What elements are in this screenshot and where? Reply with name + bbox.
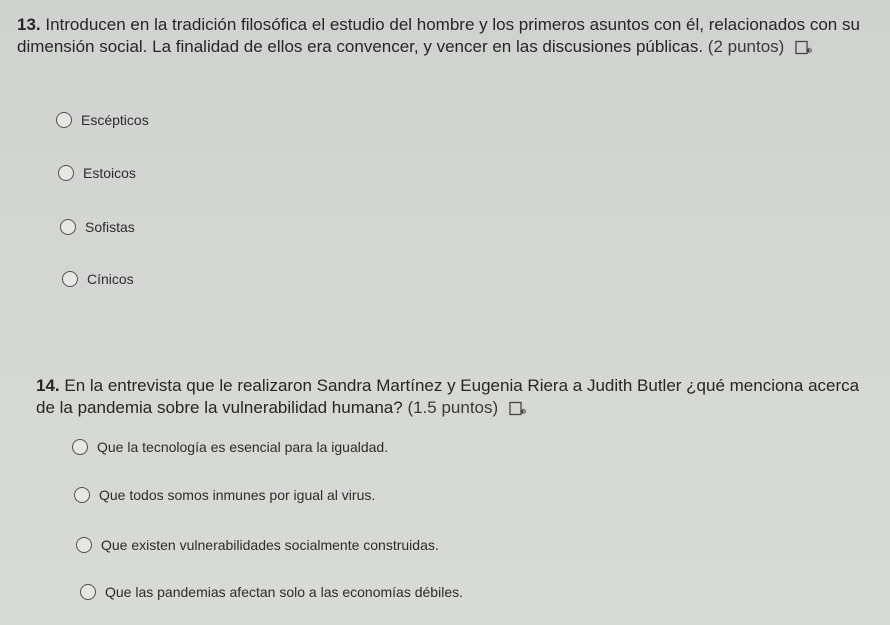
question-number: 13. [17,15,41,34]
question-14-option-3[interactable]: Que existen vulnerabilidades socialmente… [76,537,439,553]
question-points: (2 puntos) [707,37,785,56]
radio-button[interactable] [72,439,88,455]
radio-button[interactable] [74,487,90,503]
question-13-option-3[interactable]: Sofistas [60,219,135,235]
option-label: Que la tecnología es esencial para la ig… [97,439,389,455]
radio-button[interactable] [60,219,76,235]
option-label: Escépticos [81,112,149,128]
radio-button[interactable] [58,165,74,181]
immersive-reader-icon[interactable] [795,40,813,56]
option-label: Que todos somos inmunes por igual al vir… [99,487,376,503]
question-13-title: 13. Introducen en la tradición filosófic… [0,14,890,58]
option-label: Sofistas [85,219,135,235]
question-points: (1.5 puntos) [407,398,499,417]
immersive-reader-icon[interactable] [509,401,527,417]
radio-button[interactable] [56,112,72,128]
radio-button[interactable] [62,271,78,287]
question-14-option-1[interactable]: Que la tecnología es esencial para la ig… [72,439,388,455]
quiz-screen: 13. Introducen en la tradición filosófic… [0,0,890,625]
option-label: Cínicos [87,271,134,287]
question-14-option-4[interactable]: Que las pandemias afectan solo a las eco… [80,584,463,600]
option-label: Estoicos [83,165,136,181]
option-label: Que existen vulnerabilidades socialmente… [101,537,439,553]
question-13-option-2[interactable]: Estoicos [58,165,136,181]
question-13-option-1[interactable]: Escépticos [56,112,149,128]
question-14-title: 14. En la entrevista que le realizaron S… [0,375,890,419]
question-13-option-4[interactable]: Cínicos [62,271,134,287]
radio-button[interactable] [80,584,96,600]
radio-button[interactable] [76,537,92,553]
question-13: 13. Introducen en la tradición filosófic… [0,14,890,58]
question-14-option-2[interactable]: Que todos somos inmunes por igual al vir… [74,487,375,503]
option-label: Que las pandemias afectan solo a las eco… [105,584,463,600]
question-number: 14. [36,376,60,395]
question-14: 14. En la entrevista que le realizaron S… [0,375,890,419]
